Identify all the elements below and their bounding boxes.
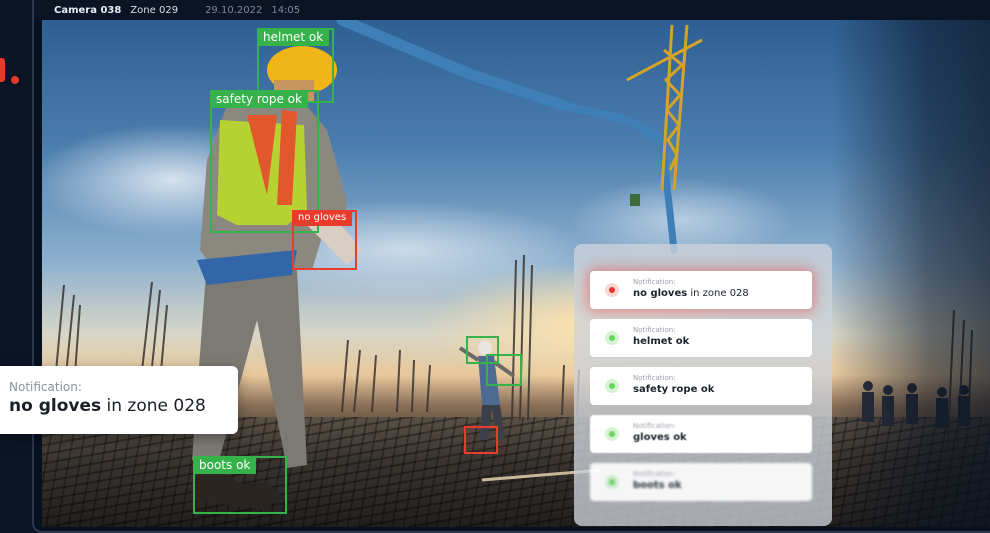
camera-frame: Camera 038 Zone 029 29.10.2022 14:05 hel… xyxy=(32,0,990,533)
ok-status-icon xyxy=(605,475,619,489)
notification-message: boots ok xyxy=(633,480,682,491)
detection-box-worker-rope[interactable] xyxy=(486,354,522,386)
ok-status-icon xyxy=(605,331,619,345)
camera-feed[interactable]: helmet ok safety rope ok no gloves boots… xyxy=(42,20,990,527)
notification-item[interactable]: Notification: helmet ok xyxy=(590,319,812,357)
alert-status-icon xyxy=(605,283,619,297)
notification-message: helmet ok xyxy=(633,336,690,347)
notification-caption: Notification: xyxy=(633,470,676,478)
notification-message: safety rope ok xyxy=(633,384,715,395)
detection-label-no-gloves: no gloves xyxy=(292,210,353,226)
notifications-panel[interactable]: Notification: no gloves in zone 028 Noti… xyxy=(574,244,832,526)
detection-label-safety-rope: safety rope ok xyxy=(210,90,308,108)
notification-message: no gloves in zone 028 xyxy=(633,288,749,299)
detection-box-boots[interactable]: boots ok xyxy=(193,456,287,514)
floating-notification-caption: Notification: xyxy=(9,380,82,394)
notification-item[interactable]: Notification: no gloves in zone 028 xyxy=(590,271,812,309)
notification-item[interactable]: Notification: gloves ok xyxy=(590,415,812,453)
floating-notification-card[interactable]: Notification: no gloves in zone 028 xyxy=(0,366,238,434)
detection-label-helmet: helmet ok xyxy=(257,28,330,46)
camera-zone: Zone 029 xyxy=(130,4,179,16)
ok-status-icon xyxy=(605,427,619,441)
red-accent-bar xyxy=(0,58,5,82)
camera-date: 29.10.2022 xyxy=(205,4,263,16)
notification-item[interactable]: Notification: safety rope ok xyxy=(590,367,812,405)
notification-caption: Notification: xyxy=(633,278,676,286)
detection-box-worker-gloves[interactable] xyxy=(464,426,498,454)
notification-message: gloves ok xyxy=(633,432,687,443)
camera-header: Camera 038 Zone 029 29.10.2022 14:05 xyxy=(34,0,990,20)
notification-caption: Notification: xyxy=(633,374,676,382)
detection-label-boots: boots ok xyxy=(193,456,257,474)
notification-item[interactable]: Notification: boots ok xyxy=(590,463,812,501)
notification-caption: Notification: xyxy=(633,326,676,334)
detection-box-no-gloves[interactable]: no gloves xyxy=(292,210,357,270)
right-edge-fade xyxy=(832,20,990,527)
camera-time: 14:05 xyxy=(271,4,301,16)
camera-name: Camera 038 xyxy=(54,4,122,16)
ok-status-icon xyxy=(605,379,619,393)
notification-caption: Notification: xyxy=(633,422,676,430)
floating-notification-message: no gloves in zone 028 xyxy=(9,396,206,416)
alert-dot-icon xyxy=(11,76,19,84)
